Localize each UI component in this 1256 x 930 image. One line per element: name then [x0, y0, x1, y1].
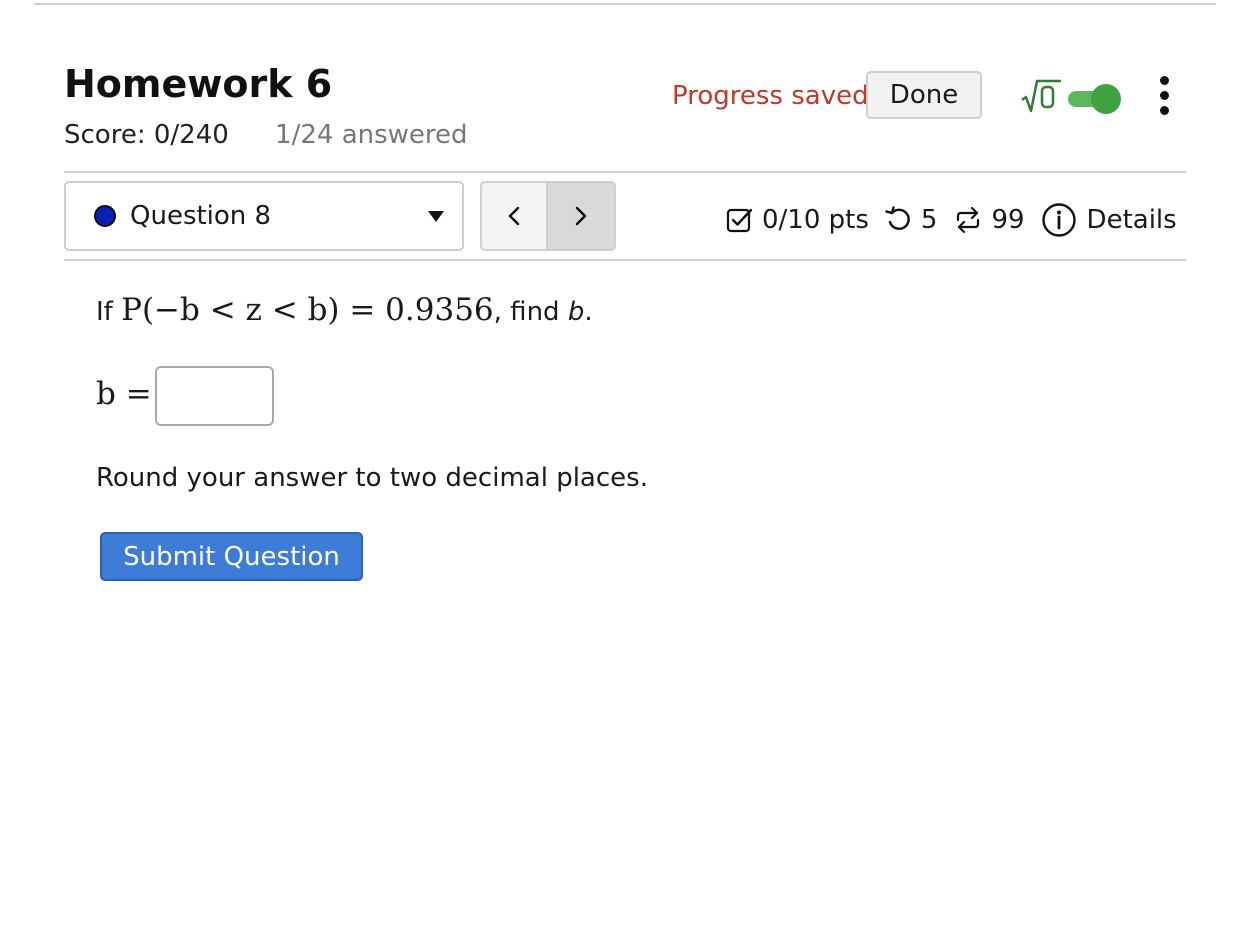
question-prompt: If P(−b < z < b) = 0.9356, find b. [96, 290, 593, 332]
content-divider [64, 259, 1186, 261]
question-nav-group [480, 181, 616, 251]
answered-count: 1/24 answered [275, 120, 468, 150]
question-meta: 0/10 pts 5 99 Details [726, 200, 1177, 240]
answer-input[interactable] [155, 366, 274, 426]
header-divider [64, 171, 1186, 173]
page-title: Homework 6 [64, 62, 333, 106]
answer-label: b = [96, 376, 152, 412]
attempts-remaining: 5 [920, 205, 938, 235]
question-status-dot [94, 205, 116, 227]
next-question-button[interactable] [548, 183, 614, 249]
done-button[interactable]: Done [866, 71, 982, 119]
shuffle-icon [957, 206, 980, 234]
question-selector[interactable]: Question 8 [64, 181, 464, 251]
chevron-left-icon [508, 206, 520, 226]
prompt-middle: , find [493, 297, 560, 327]
chevron-right-icon [575, 206, 587, 226]
kebab-menu-icon[interactable] [1150, 74, 1180, 118]
prompt-suffix: . [584, 297, 593, 327]
prompt-variable: b [567, 297, 585, 327]
caret-down-icon [428, 211, 444, 222]
previous-question-button[interactable] [482, 183, 548, 249]
prompt-prefix: If [96, 297, 113, 327]
probability-expression: P(−b < z < b) = 0.9356 [121, 292, 494, 328]
versions-count: 99 [991, 205, 1025, 235]
submit-question-button[interactable]: Submit Question [100, 532, 363, 581]
retry-icon [885, 206, 910, 230]
score-row: Score: 0/240 1/24 answered [64, 118, 468, 152]
checkbox-icon [726, 208, 753, 233]
top-divider [34, 3, 1216, 5]
toggle-knob [1091, 84, 1121, 114]
info-icon[interactable] [1041, 202, 1077, 238]
question-selector-label: Question 8 [130, 201, 272, 231]
score-text: Score: 0/240 [64, 120, 229, 150]
rounding-instructions: Round your answer to two decimal places. [96, 463, 648, 493]
math-entry-toggle[interactable] [1066, 84, 1122, 114]
points-value: 0/10 pts [762, 205, 869, 235]
progress-status: Progress saved [672, 81, 869, 111]
sqrt-icon[interactable] [1020, 78, 1062, 114]
details-link[interactable]: Details [1087, 203, 1177, 237]
